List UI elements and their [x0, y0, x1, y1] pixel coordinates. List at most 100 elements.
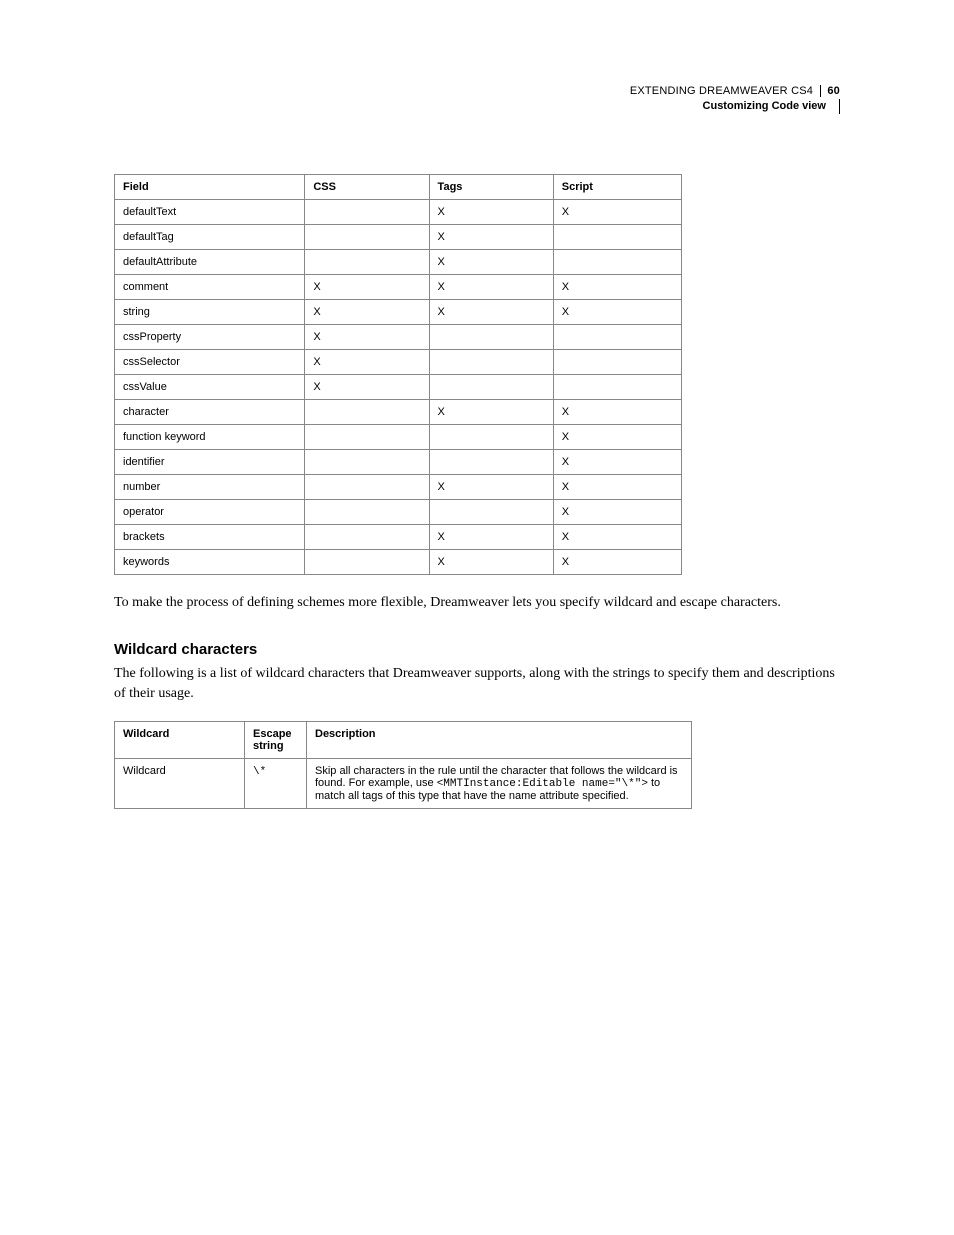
table-row: number XX	[115, 474, 682, 499]
cell-tags	[429, 499, 553, 524]
cell-script	[553, 349, 681, 374]
cell-tags	[429, 449, 553, 474]
page-header: EXTENDING DREAMWEAVER CS4 60 Customizing…	[114, 84, 840, 114]
cell-script	[553, 374, 681, 399]
fields-header-field: Field	[115, 174, 305, 199]
table-row: Wildcard \* Skip all characters in the rul…	[115, 758, 692, 808]
table-row: cssSelectorX	[115, 349, 682, 374]
cell-tags	[429, 374, 553, 399]
fields-header-tags: Tags	[429, 174, 553, 199]
table-row: identifier X	[115, 449, 682, 474]
table-row: cssPropertyX	[115, 324, 682, 349]
cell-field: number	[115, 474, 305, 499]
wildcard-header-wildcard: Wildcard	[115, 721, 245, 758]
cell-tags: X	[429, 224, 553, 249]
cell-field: character	[115, 399, 305, 424]
cell-css: X	[305, 349, 429, 374]
cell-css	[305, 549, 429, 574]
cell-script: X	[553, 524, 681, 549]
cell-field: identifier	[115, 449, 305, 474]
cell-css: X	[305, 274, 429, 299]
cell-script	[553, 249, 681, 274]
cell-script: X	[553, 399, 681, 424]
wildcard-header-desc: Description	[307, 721, 692, 758]
cell-field: cssSelector	[115, 349, 305, 374]
cell-field: function keyword	[115, 424, 305, 449]
header-line-2: Customizing Code view	[114, 99, 840, 114]
desc-code: <MMTInstance:Editable name="\*">	[437, 778, 648, 790]
cell-field: comment	[115, 274, 305, 299]
page-number: 60	[820, 85, 840, 97]
cell-css	[305, 499, 429, 524]
table-row: defaultAttributeX	[115, 249, 682, 274]
cell-script: X	[553, 449, 681, 474]
fields-header-row: Field CSS Tags Script	[115, 174, 682, 199]
cell-field: keywords	[115, 549, 305, 574]
table-row: commentXXX	[115, 274, 682, 299]
header-line-1: EXTENDING DREAMWEAVER CS4 60	[114, 84, 840, 99]
cell-tags: X	[429, 399, 553, 424]
cell-css	[305, 449, 429, 474]
section-title: Customizing Code view	[703, 100, 833, 112]
escape-code: \*	[253, 766, 266, 778]
page: EXTENDING DREAMWEAVER CS4 60 Customizing…	[0, 0, 954, 909]
table-row: brackets XX	[115, 524, 682, 549]
fields-header-css: CSS	[305, 174, 429, 199]
wildcard-intro: The following is a list of wildcard char…	[114, 664, 840, 705]
cell-css	[305, 249, 429, 274]
cell-field: defaultTag	[115, 224, 305, 249]
cell-css	[305, 424, 429, 449]
cell-tags	[429, 424, 553, 449]
table-row: stringXXX	[115, 299, 682, 324]
cell-script	[553, 324, 681, 349]
cell-css	[305, 474, 429, 499]
cell-tags: X	[429, 549, 553, 574]
paragraph-after-table: To make the process of defining schemes …	[114, 593, 840, 613]
cell-tags	[429, 324, 553, 349]
cell-css	[305, 399, 429, 424]
table-row: keywords XX	[115, 549, 682, 574]
cell-script: X	[553, 199, 681, 224]
cell-css: X	[305, 299, 429, 324]
table-row: function keyword X	[115, 424, 682, 449]
cell-tags: X	[429, 474, 553, 499]
fields-header-script: Script	[553, 174, 681, 199]
table-row: defaultTag X	[115, 224, 682, 249]
cell-field: string	[115, 299, 305, 324]
wildcard-header-row: Wildcard Escape string Description	[115, 721, 692, 758]
cell-field: cssValue	[115, 374, 305, 399]
cell-script: X	[553, 549, 681, 574]
table-row: operator X	[115, 499, 682, 524]
table-row: character XX	[115, 399, 682, 424]
cell-escape: \*	[245, 758, 307, 808]
table-row: cssValueX	[115, 374, 682, 399]
cell-script: X	[553, 274, 681, 299]
cell-script: X	[553, 499, 681, 524]
wildcard-header-escape: Escape string	[245, 721, 307, 758]
cell-css	[305, 224, 429, 249]
cell-script	[553, 224, 681, 249]
cell-tags	[429, 349, 553, 374]
cell-css	[305, 524, 429, 549]
cell-css	[305, 199, 429, 224]
cell-tags: X	[429, 274, 553, 299]
cell-wildcard: Wildcard	[115, 758, 245, 808]
table-row: defaultText XX	[115, 199, 682, 224]
cell-script: X	[553, 424, 681, 449]
cell-tags: X	[429, 299, 553, 324]
cell-script: X	[553, 299, 681, 324]
cell-field: operator	[115, 499, 305, 524]
cell-field: cssProperty	[115, 324, 305, 349]
doc-title: EXTENDING DREAMWEAVER CS4	[630, 85, 813, 97]
cell-css: X	[305, 374, 429, 399]
cell-description: Skip all characters in the rule until th…	[307, 758, 692, 808]
fields-table: Field CSS Tags Script defaultTextXXdefau…	[114, 174, 682, 575]
cell-css: X	[305, 324, 429, 349]
cell-field: brackets	[115, 524, 305, 549]
cell-field: defaultText	[115, 199, 305, 224]
cell-field: defaultAttribute	[115, 249, 305, 274]
wildcard-heading: Wildcard characters	[114, 641, 840, 658]
cell-tags: X	[429, 199, 553, 224]
cell-tags: X	[429, 524, 553, 549]
cell-script: X	[553, 474, 681, 499]
